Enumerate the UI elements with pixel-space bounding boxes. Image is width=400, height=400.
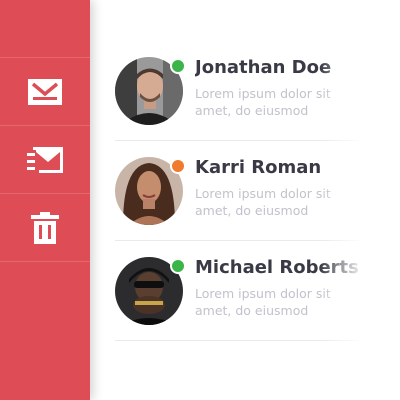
away-status-icon [170,158,186,174]
message-preview: Lorem ipsum dolor sit amet, do eiusmod t… [195,86,331,118]
contact-list: Jonathan Doe Lorem ipsum dolor sit amet,… [90,0,400,400]
sidebar-item-inbox[interactable] [0,58,90,126]
send-mail-icon [27,146,63,173]
contact-name: Michael Roberts [195,257,359,278]
sidebar-item-trash[interactable] [0,194,90,262]
message-preview: Lorem ipsum dolor sit amet, do eiusmod t… [195,186,331,218]
sidebar-item-sent[interactable] [0,126,90,194]
contact-item[interactable]: Karri Roman Lorem ipsum dolor sit amet, … [115,140,400,241]
contact-name: Karri Roman [195,157,322,178]
contact-text: Michael Roberts Lorem ipsum dolor sit am… [195,257,400,319]
contact-name: Jonathan Doe [195,57,332,78]
online-status-icon [170,58,186,74]
online-status-icon [170,258,186,274]
app-root: Jonathan Doe Lorem ipsum dolor sit amet,… [0,0,400,400]
sidebar-header [0,0,90,58]
sidebar [0,0,90,400]
contact-item[interactable]: Jonathan Doe Lorem ipsum dolor sit amet,… [115,40,400,141]
contact-item[interactable]: Michael Roberts Lorem ipsum dolor sit am… [115,240,400,341]
message-preview: Lorem ipsum dolor sit amet, do eiusmod t… [195,286,331,318]
contact-text: Jonathan Doe Lorem ipsum dolor sit amet,… [195,57,400,119]
contact-text: Karri Roman Lorem ipsum dolor sit amet, … [195,157,400,219]
trash-icon [31,211,59,244]
envelope-icon [28,78,62,105]
